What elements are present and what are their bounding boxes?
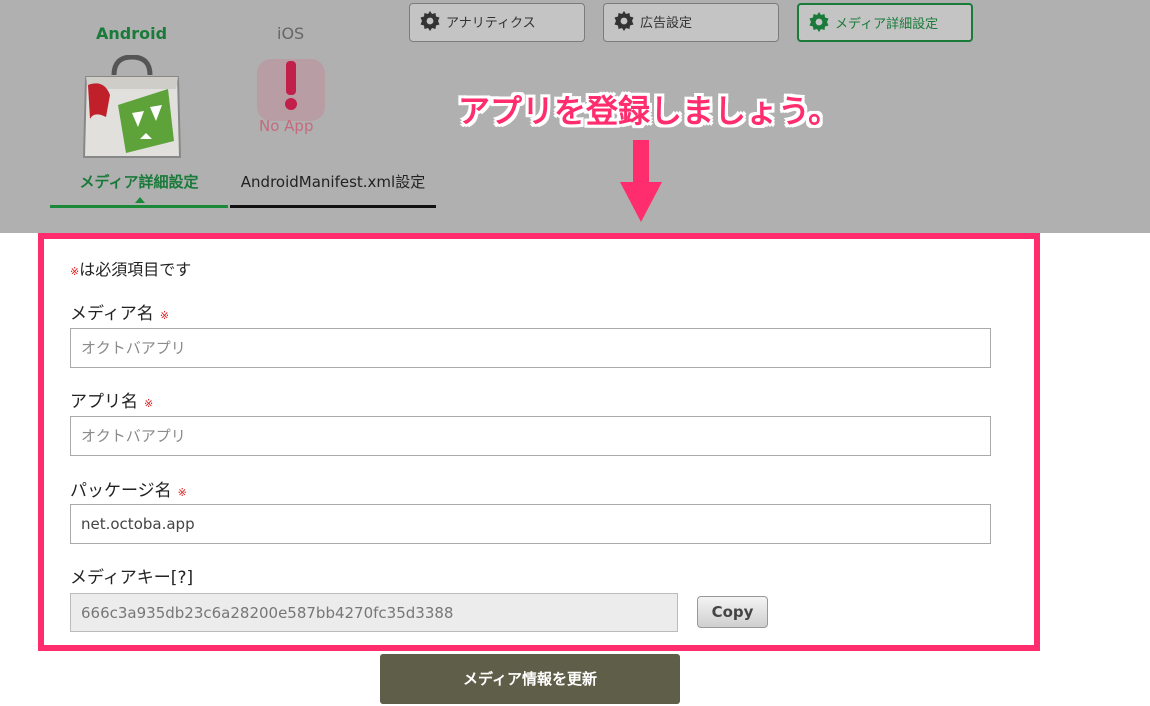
gear-icon: [614, 11, 634, 31]
down-arrow-icon: [620, 140, 662, 222]
media-name-label: メディア名 ※: [70, 299, 169, 324]
ad-settings-button[interactable]: 広告設定: [603, 3, 779, 42]
required-mark: ※: [70, 265, 80, 278]
instruction-annotation: アプリを登録しましょう。: [458, 92, 841, 130]
platform-tab-android[interactable]: Android: [96, 24, 167, 43]
ad-settings-button-label: 広告設定: [640, 16, 693, 31]
active-tab-caret: [135, 197, 145, 203]
package-name-input[interactable]: [70, 504, 991, 544]
app-name-label: アプリ名 ※: [70, 387, 153, 412]
media-key-field[interactable]: [70, 593, 678, 632]
package-name-label: パッケージ名 ※: [70, 476, 187, 501]
platform-tab-ios[interactable]: iOS: [277, 24, 304, 43]
required-mark: ※: [144, 397, 154, 410]
analytics-button-label: アナリティクス: [446, 16, 536, 31]
app-name-label-text: アプリ名: [70, 392, 138, 412]
media-name-label-text: メディア名: [70, 304, 154, 324]
gear-icon: [809, 12, 829, 32]
package-name-label-text: パッケージ名: [70, 481, 172, 501]
required-fields-note: ※は必須項目です: [70, 256, 191, 280]
app-name-input[interactable]: [70, 416, 991, 456]
analytics-button[interactable]: アナリティクス: [409, 3, 585, 42]
copy-key-button[interactable]: Copy: [697, 596, 768, 628]
media-name-input[interactable]: [70, 328, 991, 368]
media-detail-settings-button-label: メディア詳細設定: [835, 17, 939, 32]
media-detail-settings-button[interactable]: メディア詳細設定: [797, 3, 973, 42]
android-market-bag-icon: [82, 55, 182, 158]
update-media-button[interactable]: メディア情報を更新: [380, 654, 680, 704]
no-app-label: No App: [259, 117, 314, 135]
required-note-text: は必須項目です: [79, 260, 192, 279]
required-mark: ※: [177, 486, 187, 499]
gear-icon: [420, 11, 440, 31]
required-mark: ※: [159, 309, 170, 322]
subtab-android-manifest[interactable]: AndroidManifest.xml設定: [230, 170, 436, 208]
media-key-label: メディアキー[?]: [70, 568, 194, 588]
